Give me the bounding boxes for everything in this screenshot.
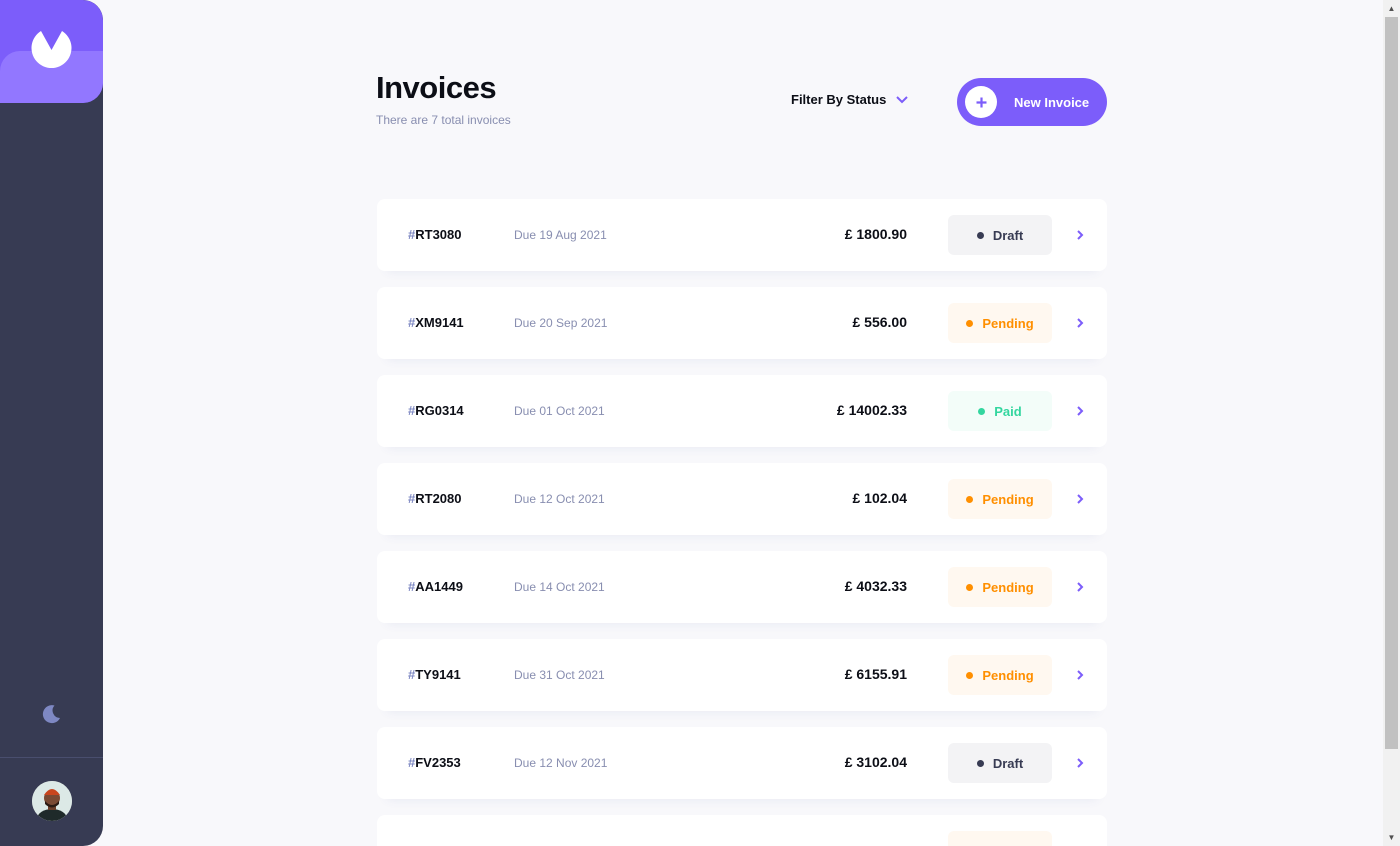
theme-toggle-button[interactable] (40, 703, 62, 730)
status-dot-icon (966, 583, 974, 591)
new-invoice-button[interactable]: New Invoice (957, 78, 1107, 126)
invoice-amount: £ 1800.90 (844, 226, 907, 242)
invoice-row[interactable]: #RT2080 Due 12 Oct 2021 £ 102.04 Pending (377, 463, 1107, 535)
status-badge: Draft (948, 743, 1052, 783)
scroll-up-arrow-icon[interactable]: ▲ (1383, 0, 1400, 17)
status-label: Pending (982, 579, 1034, 595)
invoice-id-value: RT2080 (415, 491, 462, 506)
invoice-id-value: FV2353 (415, 755, 461, 770)
invoice-due-date: Due 14 Oct 2021 (514, 580, 605, 594)
chevron-right-icon (1077, 670, 1084, 680)
chevron-right-icon (1077, 582, 1084, 592)
invoice-count: There are 7 total invoices (376, 113, 511, 127)
plus-icon (976, 97, 986, 107)
invoice-due-date: Due 20 Sep 2021 (514, 316, 608, 330)
chevron-right-icon (1077, 758, 1084, 768)
invoice-amount: £ 4032.33 (844, 578, 907, 594)
plus-circle (965, 86, 997, 118)
user-avatar[interactable] (32, 781, 72, 821)
invoice-id: #RT2080 (408, 491, 461, 506)
status-label: Paid (994, 403, 1022, 419)
invoice-row[interactable]: #AA1449 Due 14 Oct 2021 £ 4032.33 Pendin… (377, 551, 1107, 623)
logo-button[interactable] (0, 0, 103, 103)
invoice-id-value: XM9141 (415, 315, 464, 330)
status-label: Draft (992, 227, 1024, 243)
invoice-id-value: TY9141 (415, 667, 461, 682)
scroll-down-arrow-icon[interactable]: ▼ (1383, 829, 1400, 846)
status-dot-icon (976, 759, 984, 767)
chevron-right-icon (1077, 318, 1084, 328)
chevron-right-icon (1077, 406, 1084, 416)
invoice-id: #FV2353 (408, 755, 461, 770)
status-label: Pending (982, 667, 1034, 683)
status-label: Pending (982, 315, 1034, 331)
invoice-id: #TY9141 (408, 667, 461, 682)
status-dot-icon (966, 495, 974, 503)
chevron-right-icon (1077, 230, 1084, 240)
chevron-down-icon (896, 95, 909, 103)
invoice-amount: £ 14002.33 (836, 402, 907, 418)
invoice-row[interactable]: #XM9141 Due 20 Sep 2021 £ 556.00 Pending (377, 287, 1107, 359)
invoice-id: #RG0314 (408, 403, 464, 418)
invoice-row[interactable] (377, 815, 1107, 846)
invoice-due-date: Due 31 Oct 2021 (514, 668, 605, 682)
new-invoice-label: New Invoice (1014, 94, 1090, 110)
invoice-id: #AA1449 (408, 579, 463, 594)
invoice-due-date: Due 01 Oct 2021 (514, 404, 605, 418)
invoice-id: #XM9141 (408, 315, 464, 330)
invoice-due-date: Due 12 Oct 2021 (514, 492, 605, 506)
status-badge: Draft (948, 215, 1052, 255)
status-dot-icon (966, 319, 974, 327)
page-title: Invoices (376, 70, 497, 105)
invoice-amount: £ 6155.91 (844, 666, 907, 682)
status-dot-icon (978, 407, 986, 415)
invoice-id-value: RT3080 (415, 227, 462, 242)
chevron-right-icon (1077, 494, 1084, 504)
invoice-row[interactable]: #TY9141 Due 31 Oct 2021 £ 6155.91 Pendin… (377, 639, 1107, 711)
invoice-due-date: Due 12 Nov 2021 (514, 756, 608, 770)
status-badge: Pending (948, 479, 1052, 519)
scrollbar-thumb[interactable] (1385, 17, 1398, 749)
logo-icon (31, 31, 72, 69)
invoice-amount: £ 3102.04 (844, 754, 907, 770)
status-badge: Pending (948, 567, 1052, 607)
invoice-id: #RT3080 (408, 227, 461, 242)
avatar-image (32, 781, 72, 821)
invoice-amount: £ 102.04 (852, 490, 908, 506)
invoice-row[interactable]: #RT3080 Due 19 Aug 2021 £ 1800.90 Draft (377, 199, 1107, 271)
filter-by-status-dropdown[interactable]: Filter By Status (791, 92, 909, 107)
status-dot-icon (966, 671, 974, 679)
status-dot-icon (976, 231, 984, 239)
invoice-id-value: RG0314 (415, 403, 464, 418)
status-badge: Pending (948, 655, 1052, 695)
status-label: Draft (992, 755, 1024, 771)
filter-label: Filter By Status (791, 92, 887, 107)
invoice-due-date: Due 19 Aug 2021 (514, 228, 607, 242)
invoice-amount: £ 556.00 (852, 314, 908, 330)
scrollbar[interactable]: ▲ ▼ (1383, 0, 1400, 846)
status-badge (948, 831, 1052, 846)
invoice-list: #RT3080 Due 19 Aug 2021 £ 1800.90 Draft … (377, 199, 1107, 846)
invoice-id-value: AA1449 (415, 579, 463, 594)
status-badge: Pending (948, 303, 1052, 343)
sidebar-divider (0, 757, 103, 758)
invoice-row[interactable]: #RG0314 Due 01 Oct 2021 £ 14002.33 Paid (377, 375, 1107, 447)
status-label: Pending (982, 491, 1034, 507)
invoice-row[interactable]: #FV2353 Due 12 Nov 2021 £ 3102.04 Draft (377, 727, 1107, 799)
sidebar (0, 0, 103, 846)
moon-icon (42, 705, 60, 724)
status-badge: Paid (948, 391, 1052, 431)
